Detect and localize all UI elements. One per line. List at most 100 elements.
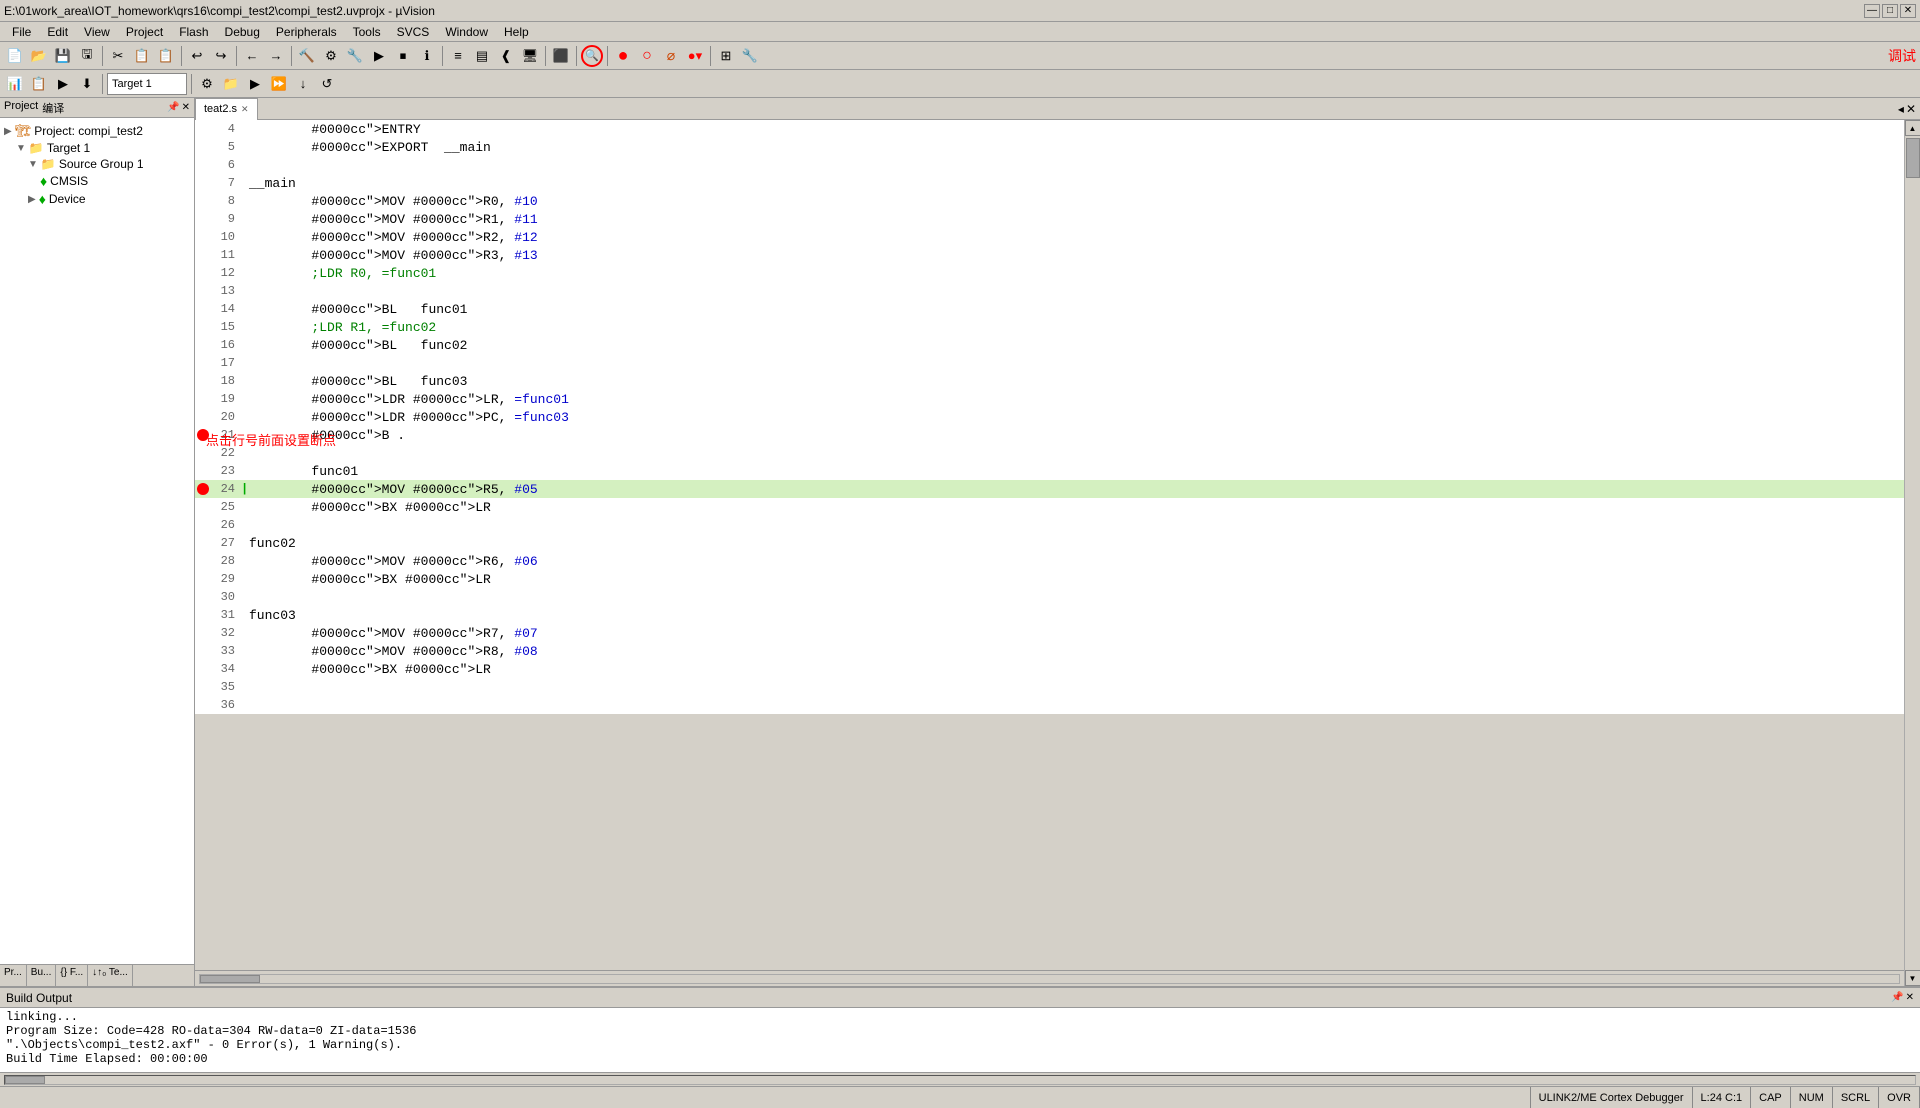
line-number-17: 17 <box>211 356 241 370</box>
editor-tab-close[interactable]: ✕ <box>241 104 249 115</box>
vscroll-down[interactable]: ▼ <box>1905 970 1920 986</box>
menu-file[interactable]: File <box>4 23 39 41</box>
bp-empty-btn[interactable]: ○ <box>636 45 658 67</box>
vscroll-thumb[interactable] <box>1906 138 1920 178</box>
code-line-32: 32 #0000cc">MOV #0000cc">R7, #07 <box>195 624 1904 642</box>
pbt-te[interactable]: ↓↑₀ Te... <box>88 965 133 986</box>
editor-area: teat2.s ✕ ◂ ✕ 4 #0000cc">ENTRY5 #0000cc"… <box>195 98 1920 986</box>
nav-back-btn[interactable]: ← <box>241 45 263 67</box>
line-number-26: 26 <box>211 518 241 532</box>
close-button[interactable]: ✕ <box>1900 4 1916 18</box>
open-btn[interactable]: 📂 <box>28 45 50 67</box>
window-btn[interactable]: ⊞ <box>715 45 737 67</box>
manage-btn[interactable]: 📁 <box>220 73 242 95</box>
code-scroll-area[interactable]: 4 #0000cc">ENTRY5 #0000cc">EXPORT __main… <box>195 120 1904 970</box>
line-bp-24[interactable] <box>195 483 211 495</box>
menu-view[interactable]: View <box>76 23 118 41</box>
tree-source-group[interactable]: ▼ 📁 Source Group 1 <box>4 156 190 172</box>
redo-btn[interactable]: ↪ <box>210 45 232 67</box>
maximize-button[interactable]: □ <box>1882 4 1898 18</box>
build-scrollbar[interactable] <box>0 1072 1920 1086</box>
panel-bottom-tabs: Pr... Bu... {} F... ↓↑₀ Te... <box>0 964 194 986</box>
editor-close-btn[interactable]: ✕ <box>1906 102 1916 116</box>
menu-flash[interactable]: Flash <box>171 23 216 41</box>
cut-btn[interactable]: ✂ <box>107 45 129 67</box>
view1-btn[interactable]: ≡ <box>447 45 469 67</box>
paste-btn[interactable]: 📋 <box>155 45 177 67</box>
build-pin-btn[interactable]: 📌 <box>1891 992 1903 1003</box>
vscroll-up[interactable]: ▲ <box>1905 120 1920 136</box>
sep9 <box>710 46 711 66</box>
pbt-pr[interactable]: Pr... <box>0 965 27 986</box>
build-content: linking...Program Size: Code=428 RO-data… <box>0 1008 1920 1072</box>
line-number-27: 27 <box>211 536 241 550</box>
editor-auto-hide-btn[interactable]: ◂ <box>1898 102 1904 116</box>
code-line-4: 4 #0000cc">ENTRY <box>195 120 1904 138</box>
settings-btn[interactable]: 🔧 <box>739 45 761 67</box>
copy-btn[interactable]: 📋 <box>131 45 153 67</box>
build-close-btn[interactable]: ✕ <box>1906 992 1914 1003</box>
sep2 <box>181 46 182 66</box>
debug-circle-btn[interactable]: 🔍 <box>581 45 603 67</box>
view4-btn[interactable]: 🖥 <box>519 45 541 67</box>
menu-project[interactable]: Project <box>118 23 171 41</box>
bp-red-btn[interactable]: ● <box>612 45 634 67</box>
build-output-btn[interactable]: 📊 <box>4 73 26 95</box>
vscroll-track[interactable] <box>1905 136 1920 970</box>
tree-cmsis[interactable]: ♦ CMSIS <box>4 172 190 190</box>
minimize-button[interactable]: — <box>1864 4 1880 18</box>
bp-clear-btn[interactable]: ⌀ <box>660 45 682 67</box>
code-line-13: 13 <box>195 282 1904 300</box>
target-options-btn[interactable]: ⚙ <box>196 73 218 95</box>
stop-btn[interactable]: ⏹ <box>392 45 414 67</box>
save-all-btn[interactable]: 🖫 <box>76 45 98 67</box>
build4-btn[interactable]: ▶ <box>368 45 390 67</box>
code-line-17: 17 <box>195 354 1904 372</box>
tree-target1[interactable]: ▼ 📁 Target 1 <box>4 140 190 156</box>
tree-device[interactable]: ▶ ♦ Device <box>4 190 190 208</box>
tab-project[interactable]: Project <box>4 100 38 116</box>
panel-pin-btn[interactable]: 📌 <box>167 102 179 113</box>
menu-debug[interactable]: Debug <box>217 23 268 41</box>
build-header: Build Output 📌 ✕ <box>0 988 1920 1008</box>
step-btn[interactable]: ↓ <box>292 73 314 95</box>
view3-btn[interactable]: ❰ <box>495 45 517 67</box>
line-bp-21[interactable] <box>195 429 211 441</box>
build2-btn[interactable]: ⚙ <box>320 45 342 67</box>
run-btn[interactable]: ▶ <box>244 73 266 95</box>
reset-btn[interactable]: ↺ <box>316 73 338 95</box>
pbt-bu[interactable]: Bu... <box>27 965 57 986</box>
pbt-func[interactable]: {} F... <box>56 965 88 986</box>
hscroll-track[interactable] <box>199 974 1900 984</box>
build3-btn[interactable]: 🔧 <box>344 45 366 67</box>
save-btn[interactable]: 💾 <box>52 45 74 67</box>
screen-btn[interactable]: ⬛ <box>550 45 572 67</box>
tab-compile[interactable]: 编译 <box>42 100 64 116</box>
tree-project[interactable]: ▶ 🏗 Project: compi_test2 <box>4 122 190 140</box>
view2-btn[interactable]: ▤ <box>471 45 493 67</box>
code-hscroll[interactable] <box>195 970 1904 986</box>
build-btn[interactable]: 🔨 <box>296 45 318 67</box>
target-dropdown[interactable]: Target 1 <box>107 73 187 95</box>
code-line-30: 30 <box>195 588 1904 606</box>
nav-fwd-btn[interactable]: → <box>265 45 287 67</box>
menu-svcs[interactable]: SVCS <box>389 23 438 41</box>
editor-tab-teat2[interactable]: teat2.s ✕ <box>195 98 258 120</box>
bp-menu-btn[interactable]: ●▾ <box>684 45 706 67</box>
code-line-12: 12 ;LDR R0, =func01 <box>195 264 1904 282</box>
menu-peripherals[interactable]: Peripherals <box>268 23 345 41</box>
menu-help[interactable]: Help <box>496 23 537 41</box>
line-number-24: 24 <box>211 482 241 496</box>
debug-info-btn[interactable]: ℹ <box>416 45 438 67</box>
hscroll-thumb[interactable] <box>200 975 260 983</box>
menu-edit[interactable]: Edit <box>39 23 76 41</box>
build-log-btn[interactable]: 📋 <box>28 73 50 95</box>
undo-btn[interactable]: ↩ <box>186 45 208 67</box>
load-btn[interactable]: ⬇ <box>76 73 98 95</box>
menu-window[interactable]: Window <box>437 23 496 41</box>
panel-close-btn[interactable]: ✕ <box>182 102 190 113</box>
build-run-btn[interactable]: ▶ <box>52 73 74 95</box>
menu-tools[interactable]: Tools <box>345 23 389 41</box>
run2-btn[interactable]: ⏩ <box>268 73 290 95</box>
new-file-btn[interactable]: 📄 <box>4 45 26 67</box>
